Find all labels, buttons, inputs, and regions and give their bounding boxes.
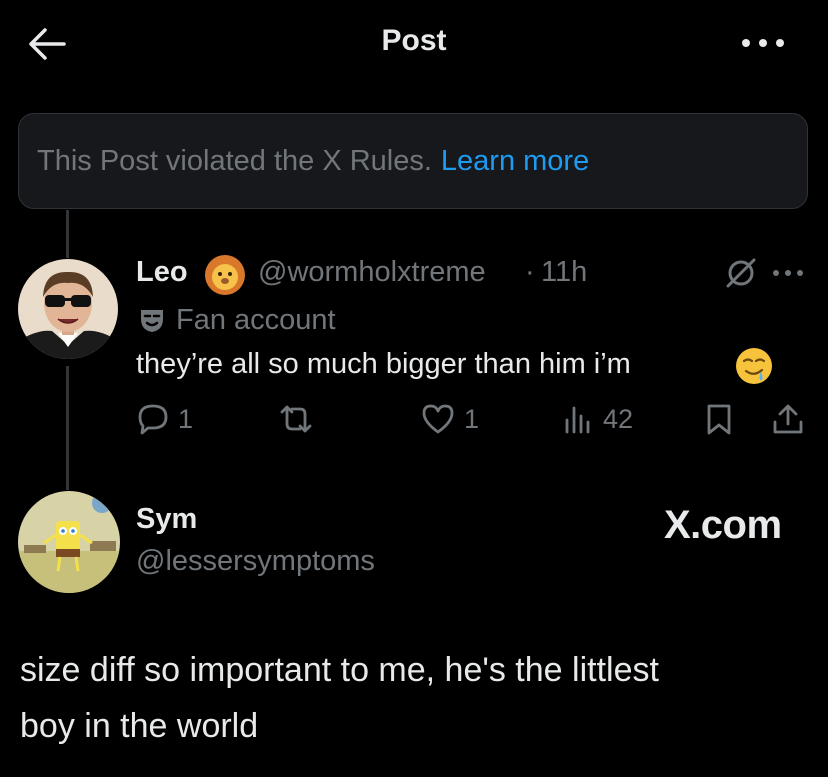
learn-more-link[interactable]: Learn more <box>441 145 589 178</box>
share-button[interactable] <box>770 402 806 436</box>
post-text: they’re all so much bigger than him i’m <box>136 348 631 380</box>
avatar-leo[interactable] <box>18 259 118 359</box>
bookmark-button[interactable] <box>704 402 734 436</box>
more-options-icon[interactable] <box>740 28 786 58</box>
notice-text: This Post violated the X Rules. <box>37 144 432 177</box>
views-icon <box>565 406 590 434</box>
author-handle-sym[interactable]: @lessersymptoms <box>136 545 375 578</box>
thread-line-bottom <box>66 366 69 490</box>
separator-dot: · <box>525 256 535 288</box>
view-count: 42 <box>603 403 634 434</box>
reply-icon <box>138 404 168 435</box>
post-more-icon[interactable] <box>770 266 806 280</box>
share-icon <box>773 404 803 434</box>
automated-label-icon <box>138 306 166 334</box>
reply-count: 1 <box>178 403 194 434</box>
bookmark-icon <box>707 404 731 435</box>
drooling-face-emoji-icon <box>734 346 774 386</box>
author-name-leo[interactable]: Leo <box>136 256 188 289</box>
account-label: Fan account <box>176 304 336 336</box>
heart-icon <box>422 404 454 434</box>
post-time: 11h <box>541 256 588 288</box>
violation-notice: This Post violated the X Rules. Learn mo… <box>18 113 808 209</box>
views-button[interactable]: 42 <box>563 402 633 436</box>
author-handle-leo[interactable]: @wormholxtreme <box>258 256 486 289</box>
quoted-text-line1: size diff so important to me, he's the l… <box>20 651 659 689</box>
lion-emoji-icon <box>204 254 246 296</box>
like-button[interactable]: 1 <box>420 402 479 436</box>
thread-line-top <box>66 210 69 258</box>
xcom-watermark: X.com <box>664 503 782 547</box>
repost-button[interactable] <box>276 402 316 436</box>
quoted-text-line2: boy in the world <box>20 707 259 745</box>
grok-icon[interactable] <box>724 256 758 290</box>
like-count: 1 <box>464 403 480 434</box>
page-title: Post <box>381 24 447 57</box>
reply-button[interactable]: 1 <box>136 402 193 436</box>
author-name-sym[interactable]: Sym <box>136 503 197 536</box>
repost-icon <box>280 405 312 433</box>
avatar-sym[interactable] <box>18 491 120 593</box>
